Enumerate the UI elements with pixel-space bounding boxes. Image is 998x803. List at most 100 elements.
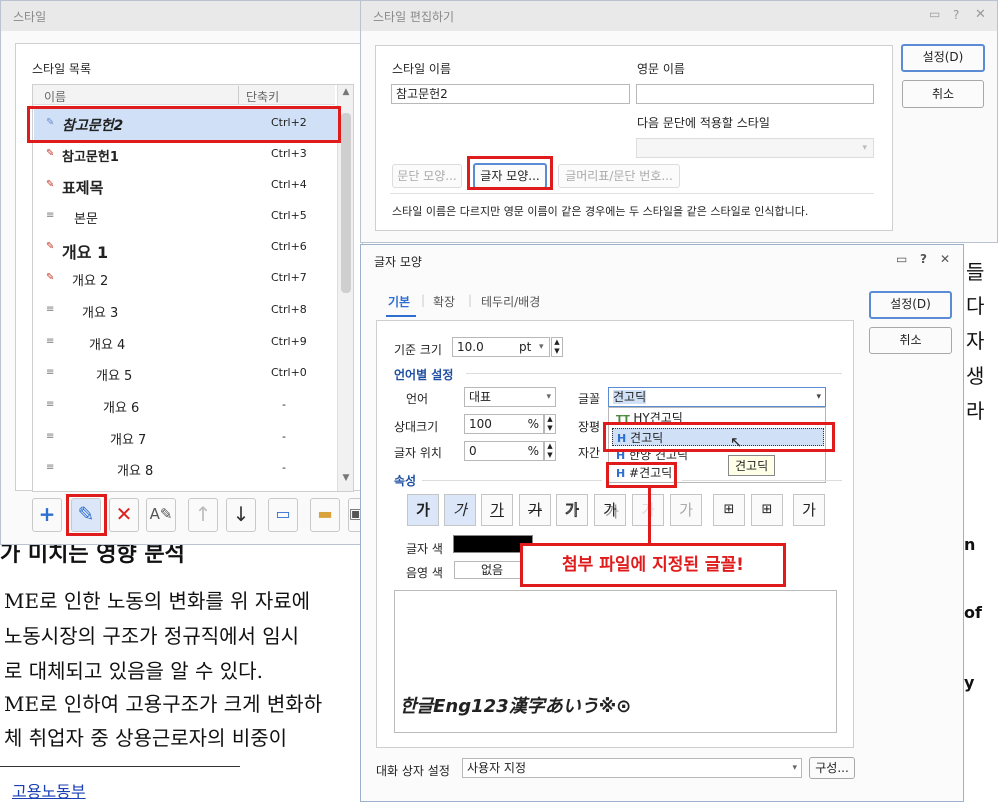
chevron-down-icon: ▾ [792, 763, 797, 773]
char-shape-button[interactable]: 글자 모양... [473, 163, 547, 189]
para-shape-button[interactable]: 문단 모양... [392, 164, 462, 188]
style-type-icon: ✎ [46, 117, 55, 128]
superscript-icon[interactable]: ⊞ [713, 494, 745, 526]
base-size-input[interactable]: 10.0 pt ▾ [452, 337, 550, 357]
tab-extended[interactable]: 확장 [433, 293, 455, 310]
font-option[interactable]: H 한양 견고딕 [612, 446, 824, 464]
edit-cancel-button[interactable]: 취소 [902, 80, 984, 108]
normal-attr-button[interactable]: 가 [793, 494, 825, 526]
font-select[interactable]: 견고딕 ▾ [608, 387, 826, 407]
style-item-selected[interactable]: ✎ 참고문헌2 Ctrl+2 [34, 109, 338, 140]
engrave-attr-button[interactable]: 가 [670, 494, 702, 526]
base-size-unit: pt [519, 340, 532, 354]
doc-line-2: ME로 인한 노동의 변화를 위 자료에 [4, 589, 311, 613]
comment-icon[interactable]: ▭ [896, 252, 907, 266]
rename-style-icon[interactable]: A✎ [146, 498, 176, 532]
tab-border-bg[interactable]: 테두리/배경 [481, 293, 540, 310]
delete-style-icon[interactable]: ✕ [109, 498, 139, 532]
rel-size-spinner[interactable]: ▲ ▼ [544, 414, 556, 434]
style-name-input[interactable]: 참고문헌2 [391, 84, 630, 104]
style-item[interactable]: ≡ 개요 6 - [34, 391, 338, 422]
close-icon[interactable]: ✕ [975, 7, 986, 22]
import-style-icon[interactable]: ▭ [268, 498, 298, 532]
base-size-spinner[interactable]: ▲ ▼ [551, 337, 563, 357]
rel-size-input[interactable]: 100 % [464, 414, 544, 434]
doc-right-char-1: 들 [966, 260, 985, 284]
style-item-key: Ctrl+2 [271, 116, 307, 129]
style-item[interactable]: ≡ 개요 4 Ctrl+9 [34, 328, 338, 359]
bold-attr-button[interactable]: 가 [407, 494, 439, 526]
style-item[interactable]: ≡ 개요 8 - [34, 454, 338, 485]
style-item-name: 개요 2 [72, 274, 109, 289]
bullet-button[interactable]: 글머리표/문단 번호... [558, 164, 680, 188]
style-item[interactable]: ≡ 본문 Ctrl+5 [34, 202, 338, 233]
char-cancel-button[interactable]: 취소 [869, 327, 952, 354]
style-item[interactable]: ✎ 참고문헌1 Ctrl+3 [34, 140, 338, 171]
note-divider [390, 193, 874, 194]
lang-select[interactable]: 대표 ▾ [464, 387, 556, 407]
rel-size-value: 100 [469, 417, 492, 431]
preview-text: 한글Eng123漢字あいう※⊙ [400, 696, 632, 717]
close-icon[interactable]: ✕ [940, 252, 950, 266]
next-style-select[interactable]: ▾ [636, 138, 874, 158]
attr-section-title: 속성 [394, 474, 417, 488]
percent-unit: % [527, 417, 539, 431]
add-style-icon[interactable]: + [32, 498, 62, 532]
style-item-key: Ctrl+5 [271, 209, 307, 222]
italic-attr-button[interactable]: 가 [444, 494, 476, 526]
strike-attr-button[interactable]: 가 [519, 494, 551, 526]
font-tooltip: 견고딕 [728, 455, 776, 476]
style-item[interactable]: ≡ 개요 3 Ctrl+8 [34, 296, 338, 327]
underline-attr-button[interactable]: 가 [481, 494, 513, 526]
scroll-up-icon[interactable]: ▲ [340, 87, 352, 101]
dialog-setting-select[interactable]: 사용자 지정 ▾ [462, 758, 802, 778]
shadow-attr-button[interactable]: 가 [594, 494, 626, 526]
font-option-selected[interactable]: H 견고딕 [612, 428, 824, 446]
eng-name-input[interactable] [636, 84, 874, 104]
open-folder-icon[interactable]: ▬ [310, 498, 340, 532]
subscript-icon[interactable]: ⊞ [751, 494, 783, 526]
scroll-thumb[interactable] [341, 113, 351, 293]
base-size-value: 10.0 [457, 340, 484, 354]
shade-select[interactable]: 없음 [454, 561, 530, 579]
footnote-link[interactable]: 고용노동부 [12, 778, 86, 802]
edit-style-icon[interactable]: ✎ [71, 498, 101, 532]
help-icon[interactable]: ? [920, 252, 927, 266]
lang-label: 언어 [406, 392, 429, 406]
style-item[interactable]: ✎ 개요 2 Ctrl+7 [34, 264, 338, 295]
attr-section-line [422, 480, 602, 481]
doc-right-char-3: 자 [966, 329, 985, 353]
help-icon[interactable]: ? [953, 8, 959, 22]
scrollbar[interactable]: ▲ ▼ [337, 85, 353, 491]
scroll-down-icon[interactable]: ▼ [340, 473, 352, 487]
style-item[interactable]: ≡ 개요 5 Ctrl+0 [34, 359, 338, 390]
para-style-icon: ≡ [46, 210, 55, 221]
char-ok-button[interactable]: 설정(D) [869, 291, 952, 319]
percent-unit: % [527, 444, 539, 458]
col-name-header[interactable]: 이름 [44, 88, 66, 105]
move-up-icon[interactable]: ↑ [188, 498, 218, 532]
comment-icon[interactable]: ▭ [929, 7, 940, 21]
doc-right-char-5: 라 [966, 399, 985, 423]
style-item[interactable]: ≡ 개요 7 - [34, 423, 338, 454]
pos-label: 글자 위치 [394, 446, 442, 460]
pos-value: 0 [469, 444, 477, 458]
font-label: 글꼴 [578, 392, 601, 406]
chevron-down-icon[interactable]: ▾ [816, 389, 821, 405]
pos-input[interactable]: 0 % [464, 441, 544, 461]
doc-right-eng-1: n [964, 535, 976, 554]
style-item[interactable]: ✎ 개요 1 Ctrl+6 [34, 233, 338, 264]
pos-spinner[interactable]: ▲ ▼ [544, 441, 556, 461]
col-key-header[interactable]: 단축키 [246, 88, 279, 105]
next-style-label: 다음 문단에 적용할 스타일 [637, 116, 770, 130]
tab-basic[interactable]: 기본 [388, 293, 410, 310]
font-option[interactable]: TT HY견고딕 [612, 409, 824, 427]
style-item-key: - [282, 461, 286, 474]
rel-size-label: 상대크기 [394, 420, 439, 434]
callout-note: 첨부 파일에 지정된 글꼴! [520, 543, 786, 587]
move-down-icon[interactable]: ↓ [226, 498, 256, 532]
outline-attr-button[interactable]: 가 [556, 494, 588, 526]
style-item[interactable]: ✎ 표제목 Ctrl+4 [34, 171, 338, 202]
configure-button[interactable]: 구성... [809, 757, 855, 779]
edit-ok-button[interactable]: 설정(D) [901, 44, 985, 72]
